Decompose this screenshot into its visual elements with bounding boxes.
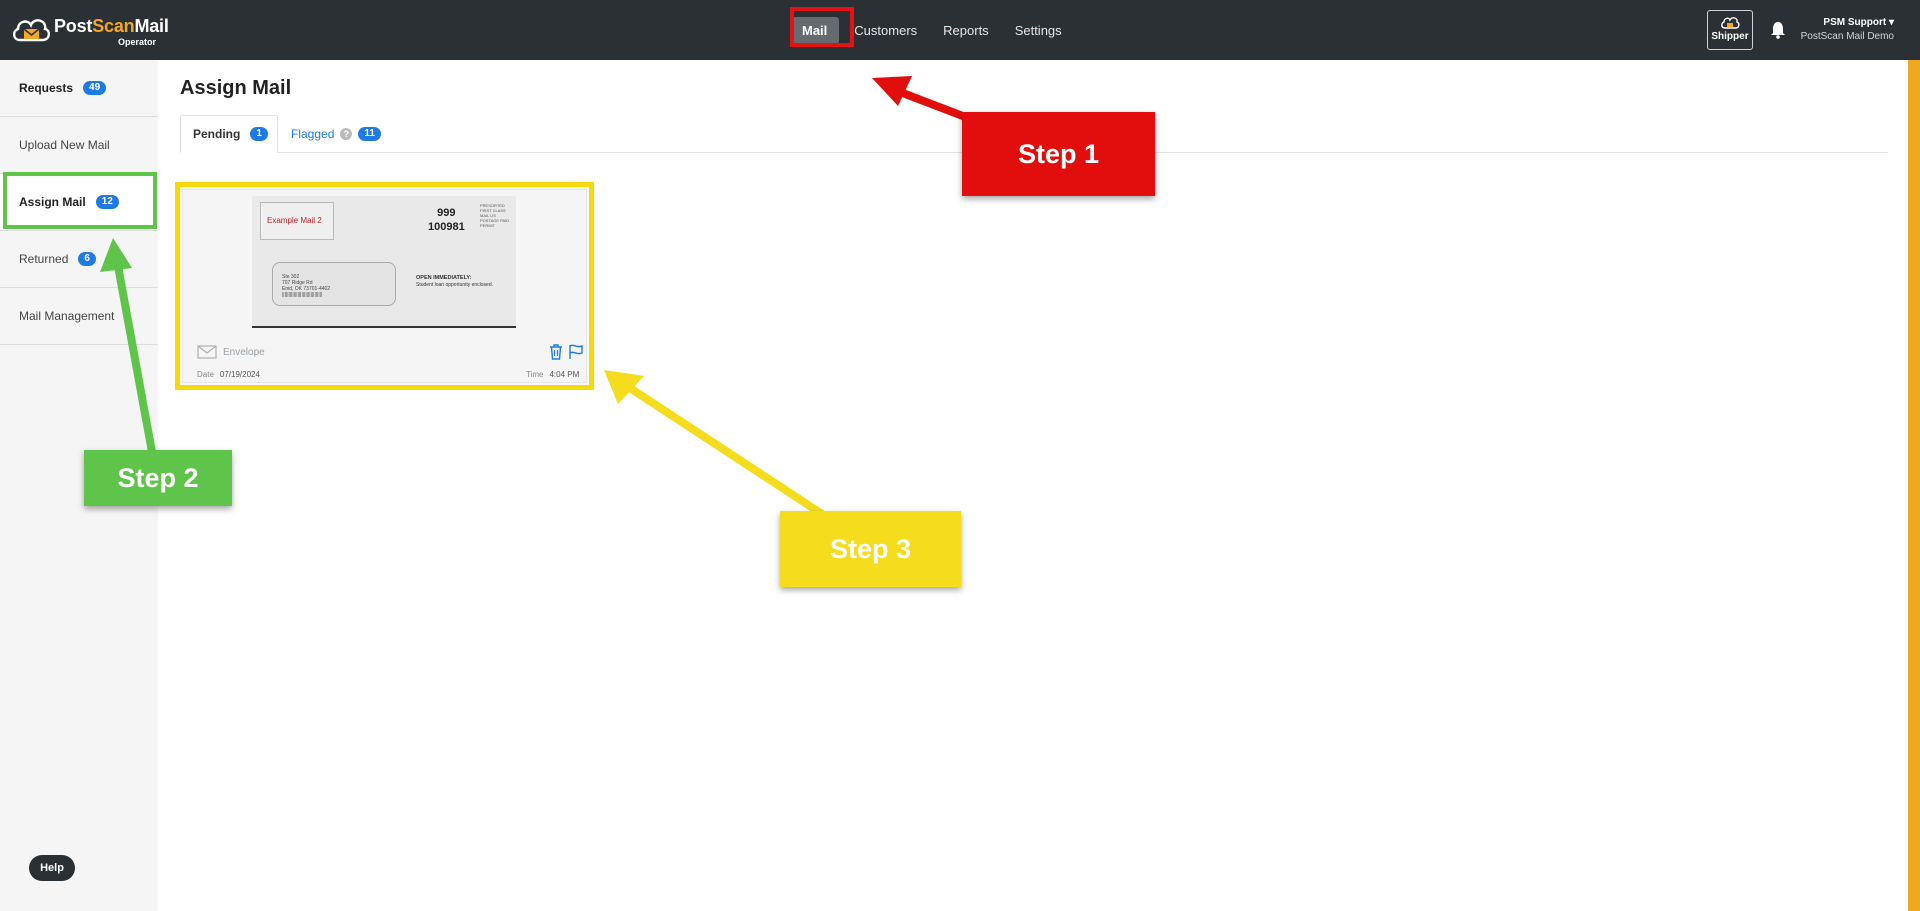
help-button[interactable]: Help xyxy=(29,855,75,881)
top-navbar: PostScanMail Operator Mail Customers Rep… xyxy=(0,0,1920,60)
help-question-icon[interactable]: ? xyxy=(340,128,353,140)
mail-card-body: Example Mail 2 999 100981 PRESORTED FIRS… xyxy=(182,189,587,383)
step2-callout: Step 2 xyxy=(84,450,232,506)
date-value: 07/19/2024 xyxy=(219,370,260,379)
page-title: Assign Mail xyxy=(180,77,292,99)
bell-icon[interactable] xyxy=(1770,21,1786,39)
sidebar-item-mail-management[interactable]: Mail Management xyxy=(0,288,158,345)
barcode-line: ||||||||||||||||||||||||||||||| xyxy=(282,292,323,298)
logo-wordmark: PostScanMail xyxy=(54,16,169,36)
shipper-cloud-icon xyxy=(1721,17,1740,29)
date-label: Date xyxy=(197,370,214,379)
mail-nav-highlight xyxy=(790,7,854,47)
mail-number-line2: 100981 xyxy=(428,221,465,233)
sidebar-item-label: Requests xyxy=(19,81,74,95)
user-name: PSM Support ▾ xyxy=(1823,17,1894,28)
envelope-icon xyxy=(197,345,217,359)
step1-arrow xyxy=(872,76,970,122)
mail-label: Example Mail 2 xyxy=(267,216,322,225)
logo-subtitle: Operator xyxy=(118,37,157,47)
pending-count-badge: 1 xyxy=(250,127,268,141)
tab-label: Pending xyxy=(193,127,241,141)
sidebar-item-label: Returned xyxy=(19,252,69,266)
open-immediately-text: OPEN IMMEDIATELY: Student loan opportuni… xyxy=(416,275,493,289)
postscanmail-logo[interactable]: PostScanMail Operator xyxy=(10,12,170,50)
step3-callout: Step 3 xyxy=(780,511,961,587)
postage-indicia: PRESORTED FIRST CLASS MAIL US POSTAGE PA… xyxy=(480,203,510,228)
user-org: PostScan Mail Demo xyxy=(1800,31,1894,42)
page-scrollbar[interactable] xyxy=(1908,60,1920,911)
flag-icon[interactable] xyxy=(568,344,584,360)
user-menu[interactable]: PSM Support ▾ PostScan Mail Demo xyxy=(1790,17,1894,42)
tab-label: Flagged xyxy=(291,127,335,141)
tab-pending[interactable]: Pending 1 xyxy=(180,115,278,153)
sidebar-item-label: Upload New Mail xyxy=(19,138,110,152)
tab-flagged[interactable]: Flagged ? 11 xyxy=(279,115,393,153)
mail-type: Envelope xyxy=(197,345,265,359)
mail-time: Time 4:04 PM xyxy=(526,370,579,379)
nav-reports[interactable]: Reports xyxy=(932,17,1000,44)
shipper-label: Shipper xyxy=(1711,31,1749,42)
open-text: Student loan opportunity enclosed. xyxy=(416,282,493,288)
mail-date: Date 07/19/2024 xyxy=(197,370,260,379)
shipper-button[interactable]: Shipper xyxy=(1707,10,1753,50)
returned-count-badge: 6 xyxy=(78,252,96,266)
cloud-mail-icon xyxy=(12,19,51,42)
flagged-count-badge: 11 xyxy=(358,127,381,141)
nav-settings[interactable]: Settings xyxy=(1004,17,1073,44)
sidebar-item-returned[interactable]: Returned 6 xyxy=(0,231,158,288)
address-block: Ste 302 707 Ridge Rd Enid, OK 73701-4402… xyxy=(282,274,330,298)
step1-callout: Step 1 xyxy=(962,112,1155,196)
mail-number: 999 100981 xyxy=(428,206,465,234)
assign-mail-highlight xyxy=(3,172,157,229)
mail-scan-image[interactable]: Example Mail 2 999 100981 PRESORTED FIRS… xyxy=(252,196,516,328)
caret-down-icon: ▾ xyxy=(1888,17,1894,28)
mail-type-label: Envelope xyxy=(223,346,265,358)
nav-customers[interactable]: Customers xyxy=(843,17,928,44)
sidebar-item-upload-new-mail[interactable]: Upload New Mail xyxy=(0,117,158,174)
trash-icon[interactable] xyxy=(549,344,563,360)
open-title: OPEN IMMEDIATELY: xyxy=(416,275,472,281)
step3-arrow xyxy=(604,370,825,518)
sidebar-item-label: Mail Management xyxy=(19,309,115,323)
time-value: 4:04 PM xyxy=(549,370,580,379)
sidebar-item-requests[interactable]: Requests 49 xyxy=(0,60,158,117)
mail-number-line1: 999 xyxy=(437,207,456,219)
requests-count-badge: 49 xyxy=(83,81,107,95)
time-label: Time xyxy=(526,370,544,379)
mail-card[interactable]: Example Mail 2 999 100981 PRESORTED FIRS… xyxy=(175,182,594,390)
mail-label-box: Example Mail 2 xyxy=(260,202,334,240)
